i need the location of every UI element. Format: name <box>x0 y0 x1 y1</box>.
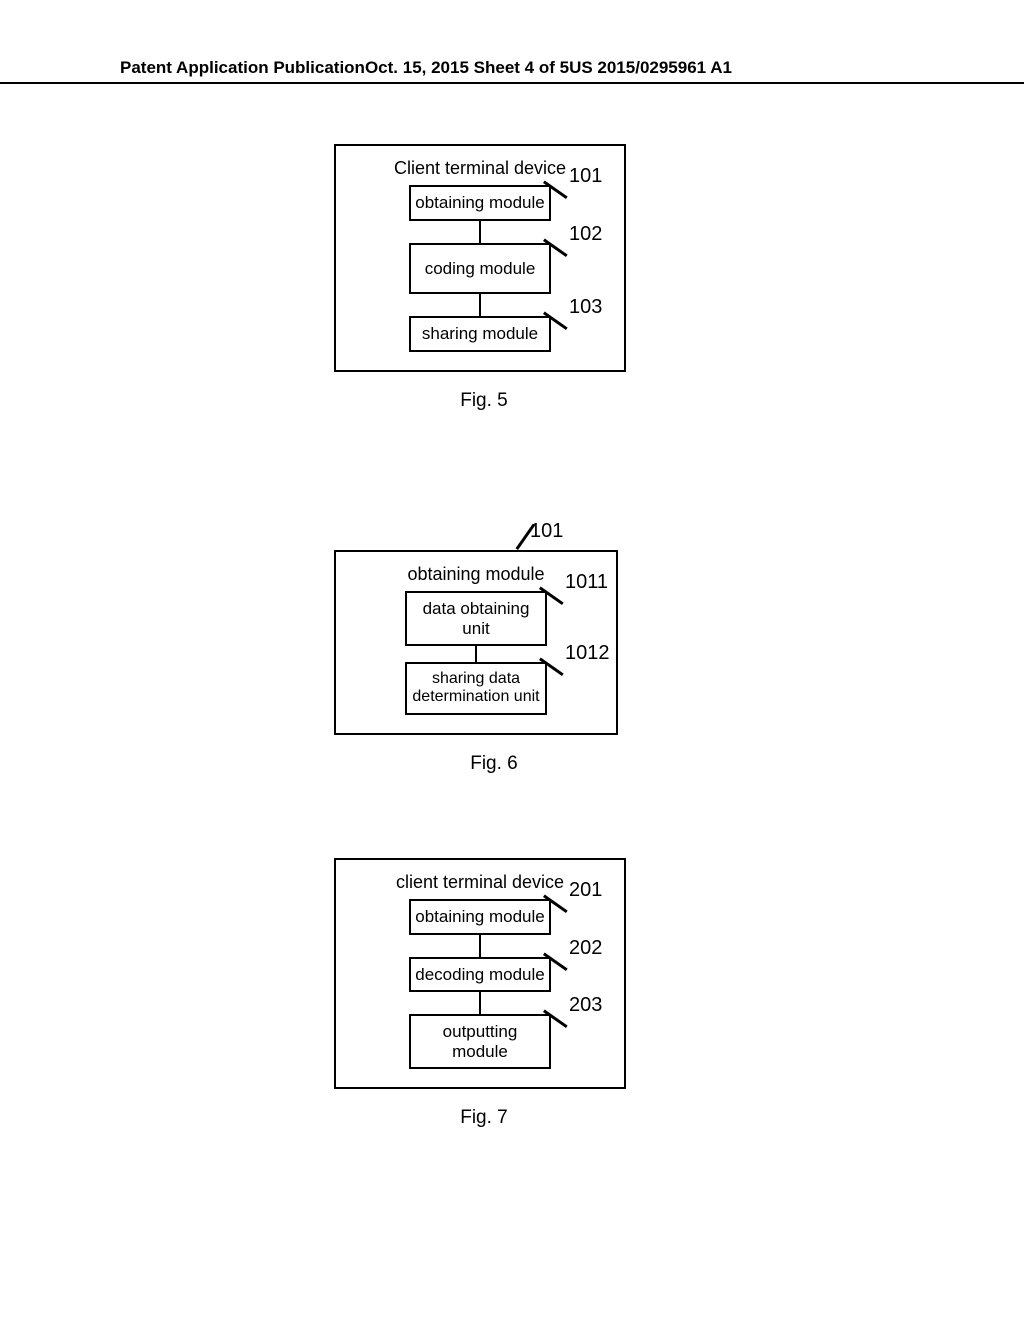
fig5-m3-wrap: sharing module 103 <box>409 316 551 352</box>
connector <box>479 294 482 316</box>
ref-202: 202 <box>569 937 602 960</box>
ref-103: 103 <box>569 296 602 319</box>
header-left: Patent Application Publication <box>120 58 365 78</box>
fig5-module-obtaining: obtaining module <box>409 185 551 221</box>
fig7-stack: obtaining module 201 decoding module 202… <box>366 899 594 1069</box>
fig5-module-coding: coding module <box>409 243 551 295</box>
header-rule <box>0 82 1024 84</box>
fig6-unit-data-obtaining: data obtaining unit <box>405 591 547 646</box>
header-right: US 2015/0295961 A1 <box>569 58 732 78</box>
fig7-container-title: client terminal device <box>366 872 594 893</box>
fig7-m2-wrap: decoding module 202 <box>409 957 551 993</box>
fig5-container: Client terminal device obtaining module … <box>334 144 626 372</box>
fig7-module-outputting: outputting module <box>409 1014 551 1069</box>
header-center: Oct. 15, 2015 Sheet 4 of 5 <box>365 58 569 78</box>
ref-102: 102 <box>569 223 602 246</box>
ref-201: 201 <box>569 879 602 902</box>
fig6-stack: data obtaining unit 1011 sharing data de… <box>366 591 586 715</box>
fig6-u1-wrap: data obtaining unit 1011 <box>405 591 547 646</box>
connector <box>479 221 482 243</box>
fig6-u2-wrap: sharing data determination unit 1012 <box>405 662 547 715</box>
fig5-m1-wrap: obtaining module 101 <box>409 185 551 221</box>
connector <box>479 935 482 957</box>
fig5-caption: Fig. 5 <box>334 390 634 412</box>
fig6-caption: Fig. 6 <box>334 753 654 775</box>
ref-101: 101 <box>569 165 602 188</box>
ref-203: 203 <box>569 994 602 1017</box>
fig7-m1-wrap: obtaining module 201 <box>409 899 551 935</box>
ref-101-fig6: 101 <box>530 520 563 543</box>
connector <box>475 646 478 662</box>
fig6-topref: 101 <box>334 522 654 550</box>
header-row: Patent Application Publication Oct. 15, … <box>0 58 852 78</box>
figure-5: Client terminal device obtaining module … <box>334 144 634 412</box>
fig7-caption: Fig. 7 <box>334 1107 634 1129</box>
page: Patent Application Publication Oct. 15, … <box>0 0 1024 1320</box>
connector <box>479 992 482 1014</box>
fig7-module-obtaining: obtaining module <box>409 899 551 935</box>
figure-6: 101 obtaining module data obtaining unit… <box>334 522 654 775</box>
fig5-module-sharing: sharing module <box>409 316 551 352</box>
figure-7: client terminal device obtaining module … <box>334 858 634 1129</box>
fig5-stack: obtaining module 101 coding module 102 s… <box>366 185 594 352</box>
fig6-container: obtaining module data obtaining unit 101… <box>334 550 618 735</box>
ref-1011: 1011 <box>565 571 608 594</box>
fig7-module-decoding: decoding module <box>409 957 551 993</box>
fig7-container: client terminal device obtaining module … <box>334 858 626 1089</box>
fig6-unit-sharing-determination: sharing data determination unit <box>405 662 547 715</box>
fig5-container-title: Client terminal device <box>366 158 594 179</box>
fig5-m2-wrap: coding module 102 <box>409 243 551 295</box>
fig6-container-title: obtaining module <box>366 564 586 585</box>
ref-1012: 1012 <box>565 642 610 665</box>
fig7-m3-wrap: outputting module 203 <box>409 1014 551 1069</box>
